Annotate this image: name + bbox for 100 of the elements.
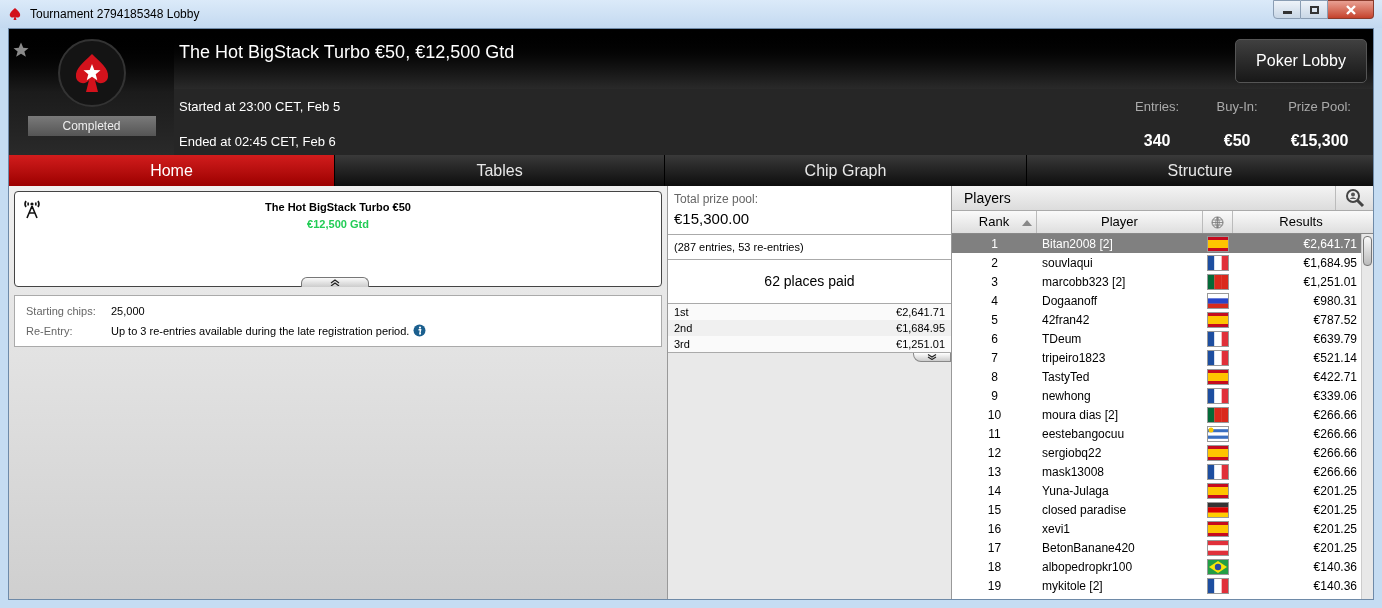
rank-cell-text: 5 <box>990 311 999 329</box>
player-name: xevi1 <box>1041 520 1071 538</box>
rank-cell-text: 2 <box>990 254 999 272</box>
result-cell-text: €266.66 <box>1312 425 1358 443</box>
player-name: moura dias [2] <box>1041 406 1120 424</box>
maximize-button[interactable] <box>1301 0 1328 19</box>
player-name: souvlaqui <box>1041 254 1094 272</box>
flag-icon <box>1207 349 1229 366</box>
player-name: closed paradise <box>1041 501 1128 519</box>
rank-cell-text: 6 <box>990 330 999 348</box>
result-cell-text: €266.66 <box>1312 444 1358 462</box>
rank-cell-text: 12 <box>986 444 1003 462</box>
globe-icon[interactable] <box>1211 215 1224 229</box>
scrollbar[interactable] <box>1361 234 1373 599</box>
prize-pool-total: €15,300.00 <box>674 209 751 229</box>
place-amount: €2,641.71 <box>896 304 945 320</box>
rank-cell-text: 14 <box>986 482 1003 500</box>
sort-arrow-icon <box>1022 220 1032 226</box>
player-name: mykitole [2] <box>1041 577 1104 595</box>
prize-pool-label: Total prize pool: <box>674 191 760 208</box>
column-header[interactable]: Results <box>1233 211 1369 233</box>
player-name: TDeum <box>1041 330 1083 348</box>
flag-icon <box>1207 406 1229 423</box>
close-button[interactable] <box>1328 0 1374 19</box>
player-name: sergiobq22 <box>1041 444 1103 462</box>
star-icon[interactable] <box>12 41 30 59</box>
rank-cell-text: 13 <box>986 463 1003 481</box>
player-name: albopedropkr100 <box>1041 558 1134 576</box>
result-cell-text: €201.25 <box>1312 482 1358 500</box>
info-icon[interactable] <box>413 324 427 338</box>
result-cell-text: €2,641.71 <box>1302 235 1358 253</box>
result-cell-text: €639.79 <box>1312 330 1358 348</box>
player-name: marcobb323 [2] <box>1041 273 1127 291</box>
player-name: tripeiro1823 <box>1041 349 1107 367</box>
player-name: Yuna-Julaga <box>1041 482 1110 500</box>
result-cell-text: €140.36 <box>1312 577 1358 595</box>
flag-icon <box>1207 482 1229 499</box>
flag-icon <box>1207 387 1229 404</box>
result-cell-text: €266.66 <box>1312 406 1358 424</box>
search-icon <box>1344 188 1365 208</box>
tournament-title: The Hot BigStack Turbo €50, €12,500 Gtd <box>179 41 515 64</box>
rank-cell-text: 4 <box>990 292 999 310</box>
rank-cell-text: 17 <box>986 539 1003 557</box>
places-paid: 62 places paid <box>668 260 951 304</box>
rank-cell-text: 3 <box>990 273 999 291</box>
player-name: 42fran42 <box>1041 311 1091 329</box>
result-cell-text: €140.36 <box>1312 558 1358 576</box>
stat-value: 340 <box>1143 130 1171 151</box>
player-name: Bitan2008 [2] <box>1041 235 1114 253</box>
player-name: BetonBanane420 <box>1041 539 1136 557</box>
result-cell-text: €422.71 <box>1312 368 1358 386</box>
flag-icon <box>1207 501 1229 518</box>
result-cell-text: €980.31 <box>1312 292 1358 310</box>
tab[interactable]: Chip Graph <box>665 155 1026 186</box>
flag-icon <box>1207 368 1229 385</box>
flag-icon <box>1207 292 1229 309</box>
end-time: Ended at 02:45 CET, Feb 6 <box>179 132 337 151</box>
column-header[interactable]: Rank <box>952 211 1037 233</box>
double-chevron-up-icon <box>330 279 340 286</box>
flag-icon <box>1207 463 1229 480</box>
flag-icon <box>1207 254 1229 271</box>
result-cell-text: €201.25 <box>1312 520 1358 538</box>
status-ribbon: Completed <box>27 116 156 136</box>
rank-cell-text: 18 <box>986 558 1003 576</box>
start-time: Started at 23:00 CET, Feb 5 <box>179 98 341 116</box>
flag-icon <box>1207 539 1229 556</box>
tab[interactable]: Structure <box>1027 155 1373 186</box>
detail-value: 25,000 <box>111 304 145 319</box>
detail-label: Re-Entry: <box>26 323 74 339</box>
result-cell-text: €201.25 <box>1312 539 1358 557</box>
tab[interactable]: Home <box>9 155 334 186</box>
stat-label: Buy-In: <box>1216 98 1258 116</box>
place-label: 2nd <box>674 320 693 336</box>
detail-value: Up to 3 re-entries available during the late registration period. <box>111 323 410 339</box>
result-cell-text: €266.66 <box>1312 463 1358 481</box>
minimize-button[interactable] <box>1273 0 1301 19</box>
player-name: Dogaanoff <box>1041 292 1099 310</box>
rank-cell-text: 7 <box>990 349 999 367</box>
rank-cell-text: 16 <box>986 520 1003 538</box>
collapse-button[interactable] <box>301 277 369 287</box>
flag-icon <box>1207 577 1229 594</box>
result-cell-text: €201.25 <box>1312 501 1358 519</box>
place-amount: €1,684.95 <box>896 320 945 336</box>
stat-label: Prize Pool: <box>1288 98 1351 116</box>
double-chevron-down-icon <box>927 354 937 360</box>
flag-icon <box>1207 425 1229 442</box>
column-header[interactable]: Player <box>1037 211 1203 233</box>
rank-cell-text: 8 <box>990 368 999 386</box>
tab[interactable]: Tables <box>335 155 664 186</box>
player-row[interactable]: 1 Bitan2008 [2] €2,641.71 <box>952 234 1361 253</box>
flag-icon <box>1207 330 1229 347</box>
poker-lobby-button[interactable]: Poker Lobby <box>1235 39 1367 83</box>
spade-icon <box>8 7 22 21</box>
rank-cell-text: 11 <box>987 425 1002 443</box>
flag-icon <box>1207 311 1229 328</box>
flag-icon <box>1207 444 1229 461</box>
player-name: newhong <box>1041 387 1092 405</box>
expand-button[interactable] <box>913 353 951 362</box>
detail-label: Starting chips: <box>26 304 97 319</box>
banner-guarantee: €12,500 Gtd <box>307 216 369 232</box>
